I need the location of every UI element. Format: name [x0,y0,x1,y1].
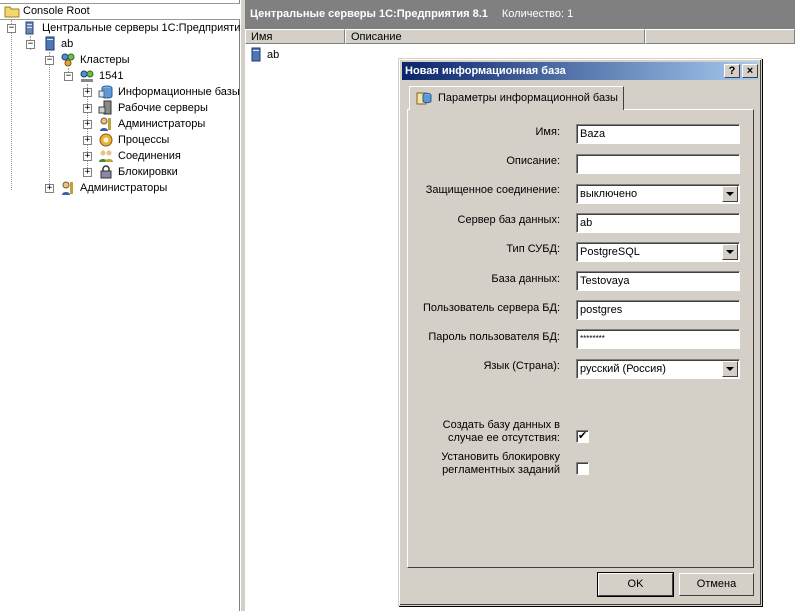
column-header-name[interactable]: Имя [245,29,345,44]
console-tree: Console Root − Центральные серверы 1С:Пр… [0,0,265,611]
tree-item-label: Информационные базы [118,86,240,98]
tree-item-label: Администраторы [80,182,168,194]
create-db-label-line1: Создать базу данных в [442,419,560,431]
help-button[interactable]: ? [724,64,740,78]
description-label: Описание: [506,155,560,167]
tab-label: Параметры информационной базы [438,92,618,104]
db-server-input[interactable]: ab [576,213,740,233]
database-icon [98,85,113,99]
db-password-input[interactable]: ******** [576,329,740,349]
tree-item-central-servers[interactable]: − Центральные серверы 1С:Предприятия 8.1 [0,20,265,36]
tree-item-label: Кластеры [80,54,130,66]
tree-item-label: Console Root [23,5,90,17]
tree-item-label: 1541 [99,70,124,82]
create-db-label-line2: случае ее отсутствия: [448,432,560,444]
tree-item-processes[interactable]: + Процессы [0,132,240,148]
tree-item-clusters[interactable]: − Кластеры [0,52,240,68]
create-db-checkbox[interactable]: ✔ [576,430,589,443]
expand-icon[interactable]: + [45,184,54,193]
tree-item-label: Администраторы [118,118,206,130]
servers-icon [25,21,34,35]
cluster-icon [80,70,94,82]
ok-button[interactable]: OK [597,572,674,597]
details-title: Центральные серверы 1С:Предприятия 8.1 [250,8,488,20]
expand-icon[interactable]: + [83,120,92,129]
set-lock-checkbox[interactable] [576,462,589,475]
clusters-icon [61,53,75,67]
expand-icon[interactable]: + [83,104,92,113]
database-label: База данных: [491,273,560,285]
tree-item-connections[interactable]: + Соединения [0,148,240,164]
expand-icon[interactable]: + [83,136,92,145]
collapse-icon[interactable]: − [45,56,54,65]
admin-icon [62,181,73,195]
cancel-button[interactable]: Отмена [679,573,754,596]
working-server-icon [98,100,112,115]
tree-item-label: Соединения [118,150,181,162]
admin-icon [100,117,111,131]
db-password-label: Пароль пользователя БД: [428,331,560,343]
language-label: Язык (Страна): [483,360,560,372]
dropdown-arrow-icon[interactable] [722,244,738,260]
item-count: Количество: 1 [501,8,574,20]
name-label: Имя: [535,126,560,138]
db-user-input[interactable]: postgres [576,300,740,320]
infobase-params-icon [416,92,432,105]
description-input[interactable] [576,154,740,174]
collapse-icon[interactable]: − [64,72,73,81]
set-lock-label-line2: регламентных заданий [442,464,560,476]
secure-connection-select[interactable]: выключено [576,184,740,204]
collapse-icon[interactable]: − [7,24,16,33]
tree-item-administrators[interactable]: + Администраторы [0,116,240,132]
db-server-label: Сервер баз данных: [457,214,560,226]
details-header: Центральные серверы 1С:Предприятия 8.1 Ко… [245,0,795,29]
gear-icon [99,133,113,147]
dbms-type-select[interactable]: PostgreSQL [576,242,740,262]
language-select[interactable]: русский (Россия) [576,359,740,379]
tree-item-locks[interactable]: + Блокировки [0,164,240,180]
users-icon [99,150,113,162]
dbms-type-label: Тип СУБД: [506,243,560,255]
folder-icon [4,6,20,18]
tree-item-cluster-1541[interactable]: − 1541 [0,68,240,84]
column-header-empty[interactable] [645,29,795,44]
close-button[interactable]: × [742,64,758,78]
collapse-icon[interactable]: − [26,40,35,49]
tab-infobase-parameters[interactable]: Параметры информационной базы [409,86,624,110]
language-value: русский (Россия) [580,363,666,375]
secure-connection-label: Защищенное соединение: [425,184,560,196]
db-user-label: Пользователь сервера БД: [422,302,560,314]
set-lock-label-line1: Установить блокировку [441,451,560,463]
tree-item-label: ab [61,38,74,50]
tree-item-server-administrators[interactable]: + Администраторы [0,180,240,196]
server-icon [251,47,261,62]
expand-icon[interactable]: + [83,88,92,97]
dropdown-arrow-icon[interactable] [722,186,738,202]
secure-connection-value: выключено [580,188,638,200]
dropdown-arrow-icon[interactable] [722,361,738,377]
expand-icon[interactable]: + [83,168,92,177]
tree-item-label: Рабочие серверы [118,102,208,114]
tree-item-working-servers[interactable]: + Рабочие серверы [0,100,240,116]
tree-item-server-ab[interactable]: − ab [0,36,240,52]
column-header-description[interactable]: Описание [345,29,645,44]
name-input[interactable]: Baza [576,124,740,144]
tree-item-label: Процессы [118,134,170,146]
tree-item-label: Центральные серверы 1С:Предприятия 8.1 [42,22,265,34]
list-item-label: ab [267,49,280,61]
dialog-titlebar[interactable]: Новая информационная база ? × [402,62,758,80]
column-headers: Имя Описание [245,29,795,44]
expand-icon[interactable]: + [83,152,92,161]
dbms-type-value: PostgreSQL [580,246,640,258]
tree-item-console-root[interactable]: Console Root [0,3,240,20]
tree-item-label: Блокировки [118,166,178,178]
tree-item-infobases[interactable]: + Информационные базы [0,84,240,100]
database-input[interactable]: Testovaya [576,271,740,291]
lock-icon [100,165,112,179]
server-icon [45,36,55,51]
dialog-title: Новая информационная база [405,65,566,77]
